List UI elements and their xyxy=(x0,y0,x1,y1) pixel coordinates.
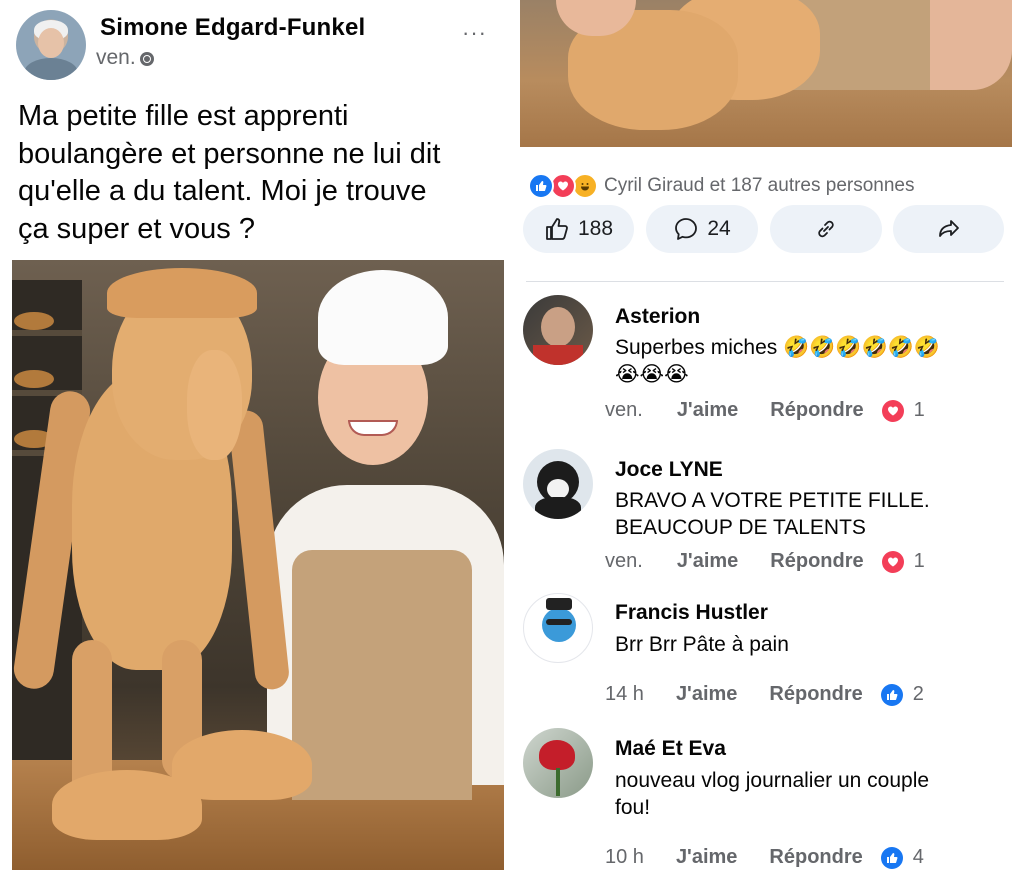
comment-text-line: Superbes miches 🤣🤣🤣🤣🤣🤣 xyxy=(615,336,940,359)
comment-text-line: nouveau vlog journalier un couple xyxy=(615,769,930,792)
comment-time[interactable]: 10 h xyxy=(605,846,644,869)
reaction-count: 2 xyxy=(912,683,924,705)
comment-reply-button[interactable]: Répondre xyxy=(769,683,862,706)
love-icon xyxy=(881,399,904,422)
comment-text-line: 😭😭😭 xyxy=(615,363,689,386)
comment-reply-button[interactable]: Répondre xyxy=(770,399,863,422)
avatar-hat xyxy=(546,598,572,610)
avatar-body xyxy=(24,58,78,80)
reaction-count: 4 xyxy=(912,846,924,868)
troll-hair xyxy=(107,268,257,318)
commenter-avatar[interactable] xyxy=(523,295,593,365)
comment-like-button[interactable]: J'aime xyxy=(677,399,738,422)
like-icon xyxy=(880,683,903,706)
comment-text-line: BRAVO A VOTRE PETITE FILLE. xyxy=(615,489,930,512)
author-avatar[interactable] xyxy=(16,10,86,80)
comment-author[interactable]: Asterion xyxy=(615,305,700,329)
post-time[interactable]: ven. xyxy=(96,46,136,70)
avatar-face xyxy=(541,307,575,347)
share-arrow-icon xyxy=(936,216,962,242)
post-text-line: boulangère et personne ne lui dit xyxy=(18,137,441,170)
avatar-globe xyxy=(542,608,576,642)
commenter-avatar[interactable] xyxy=(523,728,593,798)
post-meta: ven. xyxy=(96,46,154,70)
comment-reply-button[interactable]: Répondre xyxy=(770,550,863,573)
more-options-button[interactable]: ··· xyxy=(462,20,487,46)
post-text: Ma petite fille est apprenti boulangère … xyxy=(18,98,498,248)
comment-text: Superbes miches 🤣🤣🤣🤣🤣🤣 😭😭😭 xyxy=(615,334,940,388)
like-button[interactable]: 188 xyxy=(523,205,634,253)
comment-author[interactable]: Joce LYNE xyxy=(615,458,723,482)
avatar-cat-face xyxy=(547,479,569,499)
like-count: 188 xyxy=(577,217,614,240)
photo-shelf xyxy=(12,330,82,336)
comment-count: 24 xyxy=(707,217,731,240)
comment-bubble-icon xyxy=(673,216,699,242)
reaction-summary[interactable]: Cyril Giraud et 187 autres personnes xyxy=(528,173,915,199)
reaction-summary-text: Cyril Giraud et 187 autres personnes xyxy=(604,175,915,196)
post-photo[interactable] xyxy=(12,260,504,870)
comment-text-line: BEAUCOUP DE TALENTS xyxy=(615,516,866,539)
comment-time[interactable]: ven. xyxy=(605,550,643,573)
avatar-rose xyxy=(539,740,575,770)
avatar-cat-body xyxy=(535,497,581,519)
comment-actions: ven. J'aime Répondre 1 xyxy=(605,399,925,422)
comment-reply-button[interactable]: Répondre xyxy=(769,846,862,869)
troll-nose xyxy=(187,350,242,460)
comment-time[interactable]: 14 h xyxy=(605,683,644,706)
reaction-count: 1 xyxy=(913,550,925,572)
like-icon xyxy=(528,173,554,199)
comment-text-line: Brr Brr Pâte à pain xyxy=(615,633,789,656)
comment-text: Brr Brr Pâte à pain xyxy=(615,631,789,658)
avatar-face xyxy=(38,28,64,58)
post-author-name[interactable]: Simone Edgard-Funkel xyxy=(100,14,365,42)
section-divider xyxy=(526,281,1004,282)
comment-like-button[interactable]: J'aime xyxy=(677,550,738,573)
post-text-line: qu'elle a du talent. Moi je trouve xyxy=(18,175,427,207)
post-text-line: Ma petite fille est apprenti xyxy=(18,100,349,132)
girl-apron xyxy=(292,550,472,800)
comment-text: nouveau vlog journalier un couple fou! xyxy=(615,767,929,821)
commenter-avatar[interactable] xyxy=(523,593,593,663)
comment-actions: 10 h J'aime Répondre 4 xyxy=(605,846,924,869)
post-text-line: ça super et vous ? xyxy=(18,212,255,245)
comment-reaction[interactable]: 1 xyxy=(881,399,925,422)
comment-like-button[interactable]: J'aime xyxy=(676,683,737,706)
comment-author[interactable]: Maé Et Eva xyxy=(615,737,726,761)
troll-foot xyxy=(172,730,312,800)
comment-actions: ven. J'aime Répondre 1 xyxy=(605,550,925,573)
globe-icon xyxy=(139,52,154,66)
chef-hat xyxy=(318,270,448,365)
comment-actions: 14 h J'aime Répondre 2 xyxy=(605,683,924,706)
photo-loaf xyxy=(14,370,54,388)
comment-reaction[interactable]: 1 xyxy=(881,550,925,573)
comment-button[interactable]: 24 xyxy=(646,205,758,253)
comment-text-line: fou! xyxy=(615,796,651,819)
reaction-count: 1 xyxy=(913,399,925,421)
thumbs-up-icon xyxy=(544,216,570,242)
share-button[interactable] xyxy=(893,205,1004,253)
comment-reaction[interactable]: 2 xyxy=(880,683,924,706)
comment-time[interactable]: ven. xyxy=(605,399,643,422)
avatar-glasses xyxy=(546,619,572,625)
link-icon xyxy=(813,216,839,242)
avatar-stem xyxy=(556,768,560,796)
photo-arm xyxy=(930,0,1012,90)
comment-like-button[interactable]: J'aime xyxy=(676,846,737,869)
comment-reaction[interactable]: 4 xyxy=(880,846,924,869)
love-icon xyxy=(881,550,904,573)
comment-text: BRAVO A VOTRE PETITE FILLE. BEAUCOUP DE … xyxy=(615,487,930,541)
copy-link-button[interactable] xyxy=(770,205,882,253)
commenter-avatar[interactable] xyxy=(523,449,593,519)
post-photo-crop[interactable] xyxy=(520,0,1012,147)
like-icon xyxy=(880,846,903,869)
photo-loaf xyxy=(14,312,54,330)
comment-author[interactable]: Francis Hustler xyxy=(615,601,768,625)
avatar-shirt xyxy=(533,345,583,365)
